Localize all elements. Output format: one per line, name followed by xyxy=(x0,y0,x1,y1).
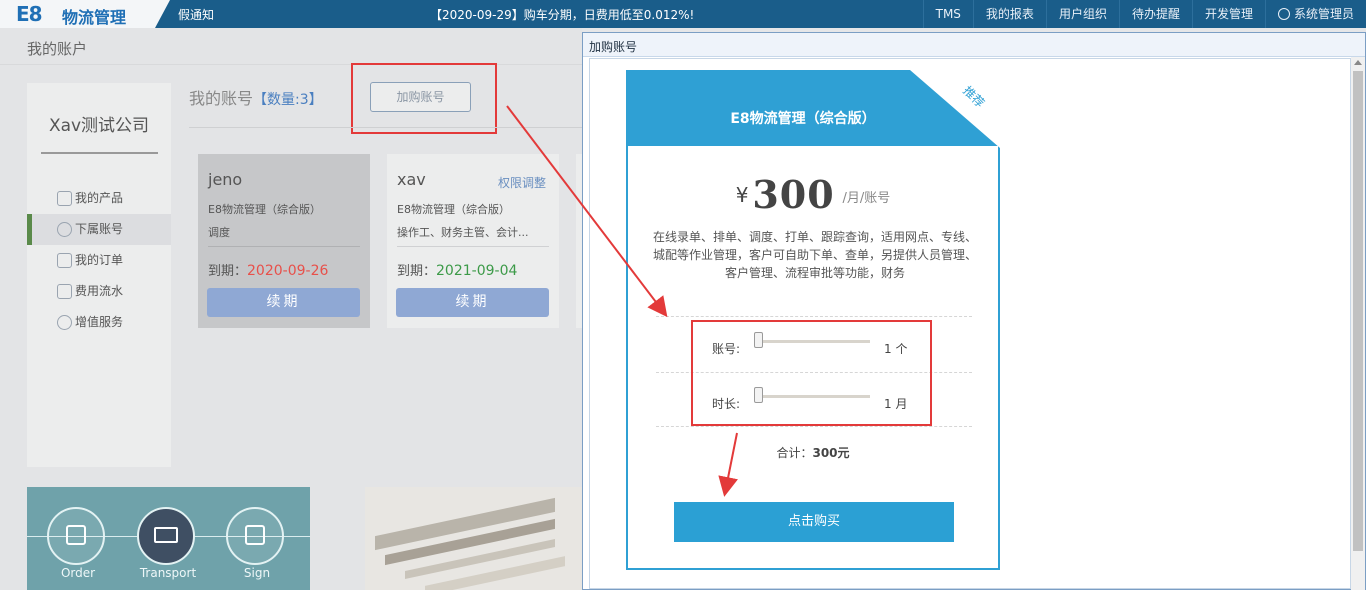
scroll-up-icon[interactable] xyxy=(1354,60,1362,65)
account-expiry: 到期：2021-09-04 xyxy=(397,263,518,279)
nav-my-reports[interactable]: 我的报表 xyxy=(972,0,1046,28)
accounts-heading: 我的账号【数量:3】 xyxy=(189,89,323,108)
logo[interactable]: E8 物流管理 xyxy=(0,0,170,28)
card-divider xyxy=(397,246,549,247)
menu-my-products[interactable]: 我的产品 xyxy=(27,183,171,214)
price-unit: /月/账号 xyxy=(842,191,891,206)
currency-symbol: ¥ xyxy=(735,183,749,207)
account-expiry: 到期：2020-09-26 xyxy=(208,263,329,279)
divider-dashed xyxy=(656,426,972,427)
account-role: 调度 xyxy=(208,226,230,239)
notice-link[interactable]: 假通知 xyxy=(178,6,214,23)
accounts-count: 【数量:3】 xyxy=(253,92,323,108)
banner-label-order: Order xyxy=(60,566,96,580)
pricing-card: E8物流管理（综合版） 推荐 ¥ 300 /月/账号 在线录单、排单、调度、打单… xyxy=(626,70,1000,570)
company-panel: Xav测试公司 我的产品 下属账号 我的订单 费用流水 增值服务 xyxy=(27,83,171,467)
account-page: 我的账户 Xav测试公司 我的产品 下属账号 我的订单 费用流水 增值服务 我的… xyxy=(0,28,582,590)
purchase-button[interactable]: 点击购买 xyxy=(674,502,954,542)
total-value: 300元 xyxy=(812,446,850,460)
logo-text: 物流管理 xyxy=(62,8,127,27)
dialog-title-bar[interactable]: 加购账号 xyxy=(583,33,1365,57)
annotation-highlight-box xyxy=(351,63,497,134)
order-circle xyxy=(47,507,105,565)
top-nav: TMS 我的报表 用户组织 待办提醒 开发管理 系统管理员 xyxy=(922,0,1366,28)
document-icon xyxy=(57,253,72,268)
wallet-icon xyxy=(57,284,72,299)
banner-label-transport: Transport xyxy=(139,566,197,580)
plan-description: 在线录单、排单、调度、打单、跟踪查询，适用网点、专线、城配等作业管理，客户可自助… xyxy=(652,230,977,280)
ribbon-text: 推荐 xyxy=(960,83,988,111)
dialog-title: 加购账号 xyxy=(589,40,638,54)
promo-notice[interactable]: 【2020-09-29】购车分期，日费用低至0.012%! xyxy=(430,6,694,23)
cube-icon xyxy=(57,191,72,206)
account-product: E8物流管理（综合版） xyxy=(208,203,321,216)
account-card[interactable]: xav 权限调整 E8物流管理（综合版） 操作工、财务主管、会计... 到期：2… xyxy=(387,154,559,328)
account-name: xav xyxy=(397,170,426,189)
dialog-scrollbar[interactable] xyxy=(1351,57,1365,590)
warehouse-banner[interactable] xyxy=(365,487,582,590)
transport-circle xyxy=(137,507,195,565)
renew-button[interactable]: 续期 xyxy=(396,288,549,317)
divider-dashed xyxy=(656,316,972,317)
price-row: ¥ 300 /月/账号 xyxy=(628,172,998,217)
menu-expense-flow[interactable]: 费用流水 xyxy=(27,276,171,307)
price-value: 300 xyxy=(752,172,835,217)
nav-user-org[interactable]: 用户组织 xyxy=(1045,0,1119,28)
user-name: 系统管理员 xyxy=(1293,7,1354,21)
nav-user-menu[interactable]: 系统管理员 xyxy=(1264,0,1366,28)
menu-my-orders[interactable]: 我的订单 xyxy=(27,245,171,276)
annotation-highlight-box xyxy=(691,320,932,426)
user-circle-icon xyxy=(1277,8,1290,20)
company-name: Xav测试公司 xyxy=(48,116,150,136)
side-menu: 我的产品 下属账号 我的订单 费用流水 增值服务 xyxy=(27,183,171,338)
company-divider xyxy=(41,152,158,154)
logo-mark: E8 xyxy=(16,2,43,26)
card-divider xyxy=(208,246,360,247)
permission-adjust-link[interactable]: 权限调整 xyxy=(498,174,546,191)
top-bar: E8 物流管理 假通知 【2020-09-29】购车分期，日费用低至0.012%… xyxy=(0,0,1366,28)
sign-circle xyxy=(226,507,284,565)
user-icon xyxy=(57,222,72,237)
cart-icon xyxy=(66,525,86,545)
truck-icon xyxy=(154,527,178,543)
menu-sub-accounts[interactable]: 下属账号 xyxy=(27,214,171,245)
total-price: 合计：300元 xyxy=(776,446,850,460)
account-product: E8物流管理（综合版） xyxy=(397,203,510,216)
page-title: 我的账户 xyxy=(27,40,88,58)
banner-label-sign: Sign xyxy=(243,566,271,580)
menu-value-added[interactable]: 增值服务 xyxy=(27,307,171,338)
sign-icon xyxy=(245,525,265,545)
logistics-banner[interactable]: Order Transport Sign xyxy=(27,487,310,590)
account-card[interactable]: jeno E8物流管理（综合版） 调度 到期：2020-09-26 续期 xyxy=(198,154,370,328)
account-role: 操作工、财务主管、会计... xyxy=(397,226,529,239)
renew-button[interactable]: 续期 xyxy=(207,288,360,317)
plan-name: E8物流管理（综合版） xyxy=(730,111,876,127)
nav-todo[interactable]: 待办提醒 xyxy=(1118,0,1192,28)
nav-dev[interactable]: 开发管理 xyxy=(1191,0,1265,28)
account-name: jeno xyxy=(208,170,243,189)
wave-icon xyxy=(57,315,72,330)
scroll-thumb[interactable] xyxy=(1353,71,1363,551)
accounts-divider xyxy=(189,127,582,128)
nav-tms[interactable]: TMS xyxy=(922,0,973,28)
